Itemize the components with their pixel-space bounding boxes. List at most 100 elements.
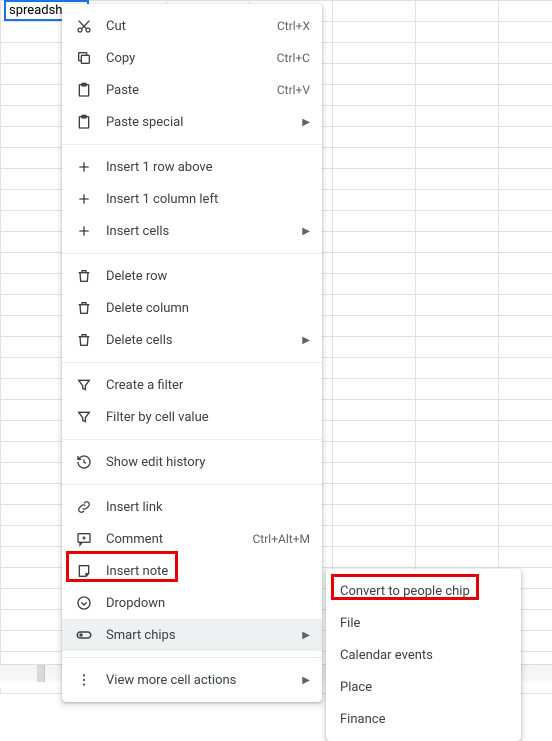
cell[interactable]: [333, 379, 416, 400]
cell[interactable]: [333, 190, 416, 211]
menu-dropdown[interactable]: Dropdown: [62, 587, 322, 619]
cell[interactable]: [499, 22, 552, 43]
cell[interactable]: [333, 169, 416, 190]
cell[interactable]: [416, 211, 499, 232]
cell[interactable]: [416, 295, 499, 316]
menu-insert-cells[interactable]: Insert cells ▶: [62, 215, 322, 247]
cell[interactable]: [333, 526, 416, 547]
cell[interactable]: [333, 421, 416, 442]
cell[interactable]: [499, 400, 552, 421]
cell[interactable]: [499, 316, 552, 337]
cell[interactable]: [333, 463, 416, 484]
cell[interactable]: [416, 505, 499, 526]
cell[interactable]: [333, 337, 416, 358]
cell[interactable]: [499, 169, 552, 190]
cell[interactable]: [416, 316, 499, 337]
cell[interactable]: [416, 64, 499, 85]
cell[interactable]: [416, 1, 499, 22]
cell[interactable]: [416, 400, 499, 421]
menu-cut[interactable]: Cut Ctrl+X: [62, 10, 322, 42]
cell[interactable]: [333, 295, 416, 316]
menu-insert-link[interactable]: Insert link: [62, 491, 322, 523]
cell[interactable]: [499, 106, 552, 127]
submenu-people-chip[interactable]: Convert to people chip: [326, 575, 521, 607]
cell[interactable]: [333, 64, 416, 85]
cell[interactable]: [499, 484, 552, 505]
submenu-place[interactable]: Place: [326, 671, 521, 703]
cell[interactable]: [499, 421, 552, 442]
cell[interactable]: [416, 274, 499, 295]
cell[interactable]: [333, 148, 416, 169]
cell[interactable]: [416, 547, 499, 568]
cell[interactable]: [416, 442, 499, 463]
cell[interactable]: [333, 232, 416, 253]
menu-delete-column[interactable]: Delete column: [62, 292, 322, 324]
cell[interactable]: [499, 526, 552, 547]
cell[interactable]: [499, 463, 552, 484]
menu-copy[interactable]: Copy Ctrl+C: [62, 42, 322, 74]
cell[interactable]: [499, 295, 552, 316]
menu-create-filter[interactable]: Create a filter: [62, 369, 322, 401]
cell[interactable]: [499, 85, 552, 106]
cell[interactable]: [416, 232, 499, 253]
menu-filter-by-cell[interactable]: Filter by cell value: [62, 401, 322, 433]
cell[interactable]: [333, 1, 416, 22]
cell[interactable]: [333, 211, 416, 232]
cell[interactable]: [333, 484, 416, 505]
cell[interactable]: [416, 190, 499, 211]
cell[interactable]: [416, 148, 499, 169]
cell[interactable]: [499, 253, 552, 274]
menu-delete-cells[interactable]: Delete cells ▶: [62, 324, 322, 356]
cell[interactable]: [333, 85, 416, 106]
submenu-calendar-events[interactable]: Calendar events: [326, 639, 521, 671]
cell[interactable]: [416, 379, 499, 400]
menu-insert-col-left[interactable]: Insert 1 column left: [62, 183, 322, 215]
menu-insert-note[interactable]: Insert note: [62, 555, 322, 587]
submenu-file[interactable]: File: [326, 607, 521, 639]
cell[interactable]: [333, 547, 416, 568]
cell[interactable]: [499, 505, 552, 526]
menu-view-more[interactable]: View more cell actions ▶: [62, 664, 322, 696]
cell[interactable]: [416, 106, 499, 127]
cell[interactable]: [416, 358, 499, 379]
cell[interactable]: [416, 127, 499, 148]
cell[interactable]: [499, 232, 552, 253]
cell[interactable]: [416, 337, 499, 358]
menu-insert-row-above[interactable]: Insert 1 row above: [62, 151, 322, 183]
cell[interactable]: [333, 22, 416, 43]
cell[interactable]: [499, 64, 552, 85]
cell[interactable]: [499, 442, 552, 463]
cell[interactable]: [416, 22, 499, 43]
cell[interactable]: [333, 400, 416, 421]
cell[interactable]: [499, 274, 552, 295]
cell[interactable]: [499, 148, 552, 169]
cell[interactable]: [416, 43, 499, 64]
cell[interactable]: [499, 337, 552, 358]
cell[interactable]: [499, 127, 552, 148]
menu-comment[interactable]: Comment Ctrl+Alt+M: [62, 523, 322, 555]
cell[interactable]: [333, 127, 416, 148]
cell[interactable]: [333, 253, 416, 274]
cell[interactable]: [499, 379, 552, 400]
cell[interactable]: [333, 106, 416, 127]
cell[interactable]: [499, 190, 552, 211]
cell[interactable]: [333, 505, 416, 526]
cell[interactable]: [333, 358, 416, 379]
cell[interactable]: [416, 253, 499, 274]
cell[interactable]: [499, 1, 552, 22]
cell[interactable]: [333, 442, 416, 463]
cell[interactable]: [333, 316, 416, 337]
cell[interactable]: [416, 421, 499, 442]
menu-paste[interactable]: Paste Ctrl+V: [62, 74, 322, 106]
menu-delete-row[interactable]: Delete row: [62, 260, 322, 292]
cell[interactable]: [333, 274, 416, 295]
menu-smart-chips[interactable]: Smart chips ▶: [62, 619, 322, 651]
submenu-finance[interactable]: Finance: [326, 703, 521, 735]
cell[interactable]: [499, 547, 552, 568]
cell[interactable]: [333, 43, 416, 64]
cell[interactable]: [416, 484, 499, 505]
cell[interactable]: [499, 358, 552, 379]
cell[interactable]: [499, 211, 552, 232]
menu-show-edit-history[interactable]: Show edit history: [62, 446, 322, 478]
menu-paste-special[interactable]: Paste special ▶: [62, 106, 322, 138]
